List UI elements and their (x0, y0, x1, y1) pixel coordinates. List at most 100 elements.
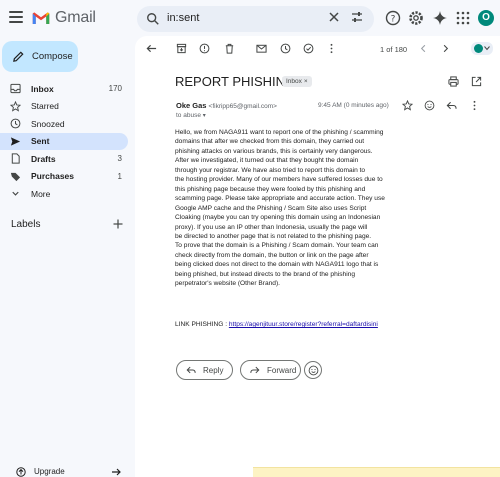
open-new-window-icon[interactable] (471, 76, 482, 87)
phishing-link[interactable]: https://agenjituur.store/register?referr… (229, 321, 378, 328)
sidebar-item-more[interactable]: More (0, 185, 128, 203)
email-body: Hello, we from NAGA911 want to report on… (175, 128, 405, 289)
search-options-icon[interactable] (350, 10, 364, 24)
input-tools[interactable] (471, 42, 493, 55)
upgrade-icon (16, 467, 26, 477)
reply-icon[interactable] (446, 100, 457, 111)
body-line: check directly from the domain, the butt… (175, 251, 369, 259)
gmail-logo[interactable]: Gmail (32, 9, 96, 27)
badge-label: Inbox (286, 78, 302, 85)
remove-label-icon[interactable]: × (304, 78, 308, 85)
top-bar: Gmail in:sent ? O (0, 0, 500, 38)
sidebar-item-sent[interactable]: Sent (0, 132, 128, 150)
gmail-m-icon (32, 12, 50, 24)
sidebar-nav: Inbox 170 Starred Snoozed Sent Drafts 3 … (0, 80, 128, 203)
emoji-react-button[interactable] (304, 361, 322, 379)
sidebar-item-snoozed[interactable]: Snoozed (0, 115, 128, 133)
sidebar-item-label: Snoozed (31, 118, 65, 129)
trash-icon[interactable] (224, 43, 235, 54)
apps-grid-icon[interactable] (455, 10, 471, 26)
pager-text: 1 of 180 (380, 45, 408, 54)
link-prefix: LINK PHISHING : (175, 321, 229, 328)
sidebar-item-label: Purchases (31, 171, 74, 182)
add-to-tasks-icon[interactable] (303, 43, 314, 54)
sender-name[interactable]: Oke Gas (176, 101, 206, 110)
labels-heading: Labels (11, 219, 41, 230)
compose-button[interactable]: Compose (2, 41, 78, 72)
tag-icon (10, 172, 21, 181)
recipient-expand-icon[interactable]: ▾ (203, 113, 206, 119)
body-line: Cloaking (maybe you can try opening this… (175, 214, 381, 222)
body-line: through your registrar. We have also tri… (175, 166, 366, 174)
body-line: After we investigated, it turned out tha… (175, 157, 359, 165)
search-input[interactable]: in:sent (167, 12, 199, 24)
forward-button[interactable]: Forward (240, 360, 301, 380)
body-line: Google AMP cache and the Phishing / Scam… (175, 204, 367, 212)
inbox-label-badge[interactable]: Inbox × (282, 76, 312, 87)
draft-icon (11, 153, 20, 164)
body-line: being clicked does not direct to the dom… (175, 261, 379, 269)
body-line: phishing attacks on various brands, this… (175, 147, 373, 155)
search-icon[interactable] (146, 12, 160, 26)
message-panel: 1 of 180 REPORT PHISHING Inbox × Oke Gas … (135, 36, 500, 477)
email-subject: REPORT PHISHING (175, 74, 296, 89)
sidebar-item-purchases[interactable]: Purchases 1 (0, 168, 128, 186)
gear-icon[interactable] (408, 10, 424, 26)
sidebar-item-starred[interactable]: Starred (0, 98, 128, 116)
mark-unread-icon[interactable] (256, 43, 267, 54)
compose-label: Compose (32, 51, 73, 62)
reply-label: Reply (203, 365, 224, 375)
emoji-icon (308, 365, 318, 375)
chevron-down-icon (484, 46, 490, 51)
input-tools-icon (474, 44, 483, 53)
star-icon (10, 100, 21, 112)
recipient-line[interactable]: to abuse ▾ (176, 112, 206, 119)
body-line: perpetrator's website (Other Brand). (175, 280, 280, 288)
snooze-icon[interactable] (280, 43, 291, 54)
sidebar-item-count: 1 (117, 171, 122, 181)
more-vert-icon[interactable] (326, 43, 337, 54)
emoji-reaction-icon[interactable] (424, 100, 435, 111)
back-arrow-icon[interactable] (146, 43, 157, 54)
gemini-icon[interactable] (432, 10, 448, 26)
add-label-icon[interactable] (113, 219, 123, 229)
forward-label: Forward (267, 365, 297, 375)
arrow-right-icon (112, 468, 121, 476)
body-line: proxy). If you use an IP other than Indo… (175, 223, 368, 231)
sidebar-item-label: More (31, 188, 51, 199)
gmail-logo-text: Gmail (55, 9, 96, 26)
reply-button[interactable]: Reply (176, 360, 233, 380)
print-icon[interactable] (448, 76, 459, 87)
sidebar-item-label: Starred (31, 101, 59, 112)
email-timestamp: 9:45 AM (0 minutes ago) (318, 102, 389, 109)
chevron-left-icon[interactable] (418, 43, 429, 54)
body-line: being phished, but instead directs to th… (175, 270, 355, 278)
sender-line: Oke Gas <fikripp65@gmail.com> (176, 101, 277, 110)
close-icon[interactable] (327, 10, 341, 24)
body-line: this phishing page because they were foo… (175, 185, 366, 193)
forward-icon (250, 366, 260, 374)
send-icon (10, 137, 21, 146)
body-line: be directed to another page that is not … (175, 232, 372, 240)
clock-icon (10, 118, 21, 129)
more-vert-icon[interactable] (469, 100, 480, 111)
reply-icon (186, 366, 196, 374)
help-icon[interactable]: ? (385, 10, 401, 26)
sender-email: <fikripp65@gmail.com> (208, 103, 277, 110)
archive-icon[interactable] (176, 43, 187, 54)
phishing-link-line: LINK PHISHING : https://agenjituur.store… (175, 321, 378, 328)
sidebar-item-drafts[interactable]: Drafts 3 (0, 150, 128, 168)
sidebar-item-label: Drafts (31, 153, 56, 164)
chevron-right-icon[interactable] (440, 43, 451, 54)
sidebar-item-label: Inbox (31, 83, 54, 94)
body-line: Hello, we from NAGA911 want to report on… (175, 129, 384, 136)
report-spam-icon[interactable] (199, 43, 210, 54)
star-icon[interactable] (402, 100, 413, 111)
sidebar-item-count: 170 (108, 84, 122, 94)
notification-banner (253, 467, 500, 477)
main-menu-icon[interactable] (9, 11, 23, 23)
upgrade-item[interactable]: Upgrade (0, 465, 128, 477)
recipient-text: to abuse (176, 112, 201, 119)
account-avatar[interactable]: O (478, 10, 494, 26)
sidebar-item-inbox[interactable]: Inbox 170 (0, 80, 128, 98)
